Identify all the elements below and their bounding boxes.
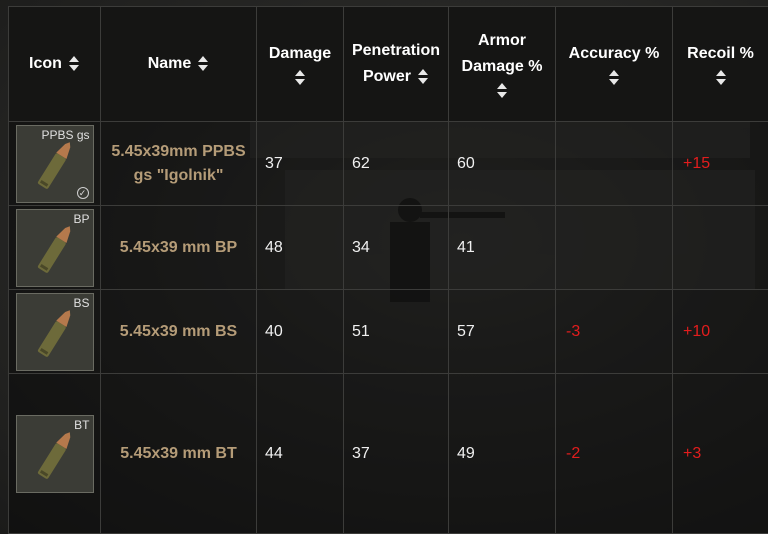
- damage-value: 44: [256, 373, 344, 534]
- check-circle-icon: ✓: [76, 186, 89, 199]
- sort-arrows-icon[interactable]: [608, 69, 620, 87]
- damage-value: 48: [256, 205, 344, 290]
- recoil-value: +10: [672, 289, 768, 374]
- column-header-accuracy[interactable]: Accuracy %: [555, 6, 673, 122]
- table-row: PPBS gs ✓ 5.45x39mm PPBS gs "Igolnik" 37…: [8, 121, 768, 206]
- table-row: BT 5.45x39 mm BT 44 37 49 -2 +3: [8, 373, 768, 534]
- cartridge-icon[interactable]: PPBS gs ✓: [15, 124, 94, 203]
- sort-arrows-icon[interactable]: [417, 68, 429, 86]
- damage-value: 40: [256, 289, 344, 374]
- cartridge-icon[interactable]: BT: [15, 414, 94, 493]
- table-row: BP 5.45x39 mm BP 48 34 41: [8, 205, 768, 290]
- accuracy-value: -2: [555, 373, 673, 534]
- sort-arrows-icon[interactable]: [197, 55, 209, 73]
- recoil-value: +3: [672, 373, 768, 534]
- armor-damage-value: 41: [448, 205, 556, 290]
- column-header-damage[interactable]: Damage: [256, 6, 344, 122]
- sort-arrows-icon[interactable]: [68, 55, 80, 73]
- column-header-icon[interactable]: Icon: [8, 6, 101, 122]
- penetration-value: 34: [343, 205, 449, 290]
- armor-damage-value: 49: [448, 373, 556, 534]
- cartridge-icon[interactable]: BP: [15, 208, 94, 287]
- ammo-type-label: BP: [73, 211, 90, 226]
- armor-damage-value: 60: [448, 121, 556, 206]
- accuracy-value: -3: [555, 289, 673, 374]
- armor-damage-value: 57: [448, 289, 556, 374]
- penetration-value: 37: [343, 373, 449, 534]
- icon-cell: BP: [8, 205, 101, 290]
- column-header-recoil[interactable]: Recoil %: [672, 6, 768, 122]
- ammo-name[interactable]: 5.45x39mm PPBS gs "Igolnik": [100, 121, 257, 206]
- recoil-value: +15: [672, 121, 768, 206]
- icon-cell: PPBS gs ✓: [8, 121, 101, 206]
- sort-arrows-icon[interactable]: [294, 69, 306, 87]
- ammo-name[interactable]: 5.45x39 mm BP: [100, 205, 257, 290]
- damage-value: 37: [256, 121, 344, 206]
- sort-arrows-icon[interactable]: [496, 82, 508, 100]
- table-row: BS 5.45x39 mm BS 40 51 57 -3 +10: [8, 289, 768, 374]
- accuracy-value: [555, 205, 673, 290]
- ammo-name[interactable]: 5.45x39 mm BS: [100, 289, 257, 374]
- header-row: Icon Name Damage Penetration Power Armor D…: [8, 6, 768, 122]
- column-header-armor-damage[interactable]: Armor Damage %: [448, 6, 556, 122]
- ammo-table: Icon Name Damage Penetration Power Armor D…: [8, 6, 768, 534]
- cartridge-icon[interactable]: BS: [15, 292, 94, 371]
- penetration-value: 51: [343, 289, 449, 374]
- ammo-name[interactable]: 5.45x39 mm BT: [100, 373, 257, 534]
- column-header-name[interactable]: Name: [100, 6, 257, 122]
- penetration-value: 62: [343, 121, 449, 206]
- icon-cell: BS: [8, 289, 101, 374]
- ammo-type-label: BS: [73, 295, 90, 310]
- ammo-type-label: BT: [74, 417, 90, 432]
- icon-cell: BT: [8, 373, 101, 534]
- recoil-value: [672, 205, 768, 290]
- ammo-type-label: PPBS gs: [41, 127, 90, 142]
- accuracy-value: [555, 121, 673, 206]
- sort-arrows-icon[interactable]: [715, 69, 727, 87]
- column-header-penetration[interactable]: Penetration Power: [343, 6, 449, 122]
